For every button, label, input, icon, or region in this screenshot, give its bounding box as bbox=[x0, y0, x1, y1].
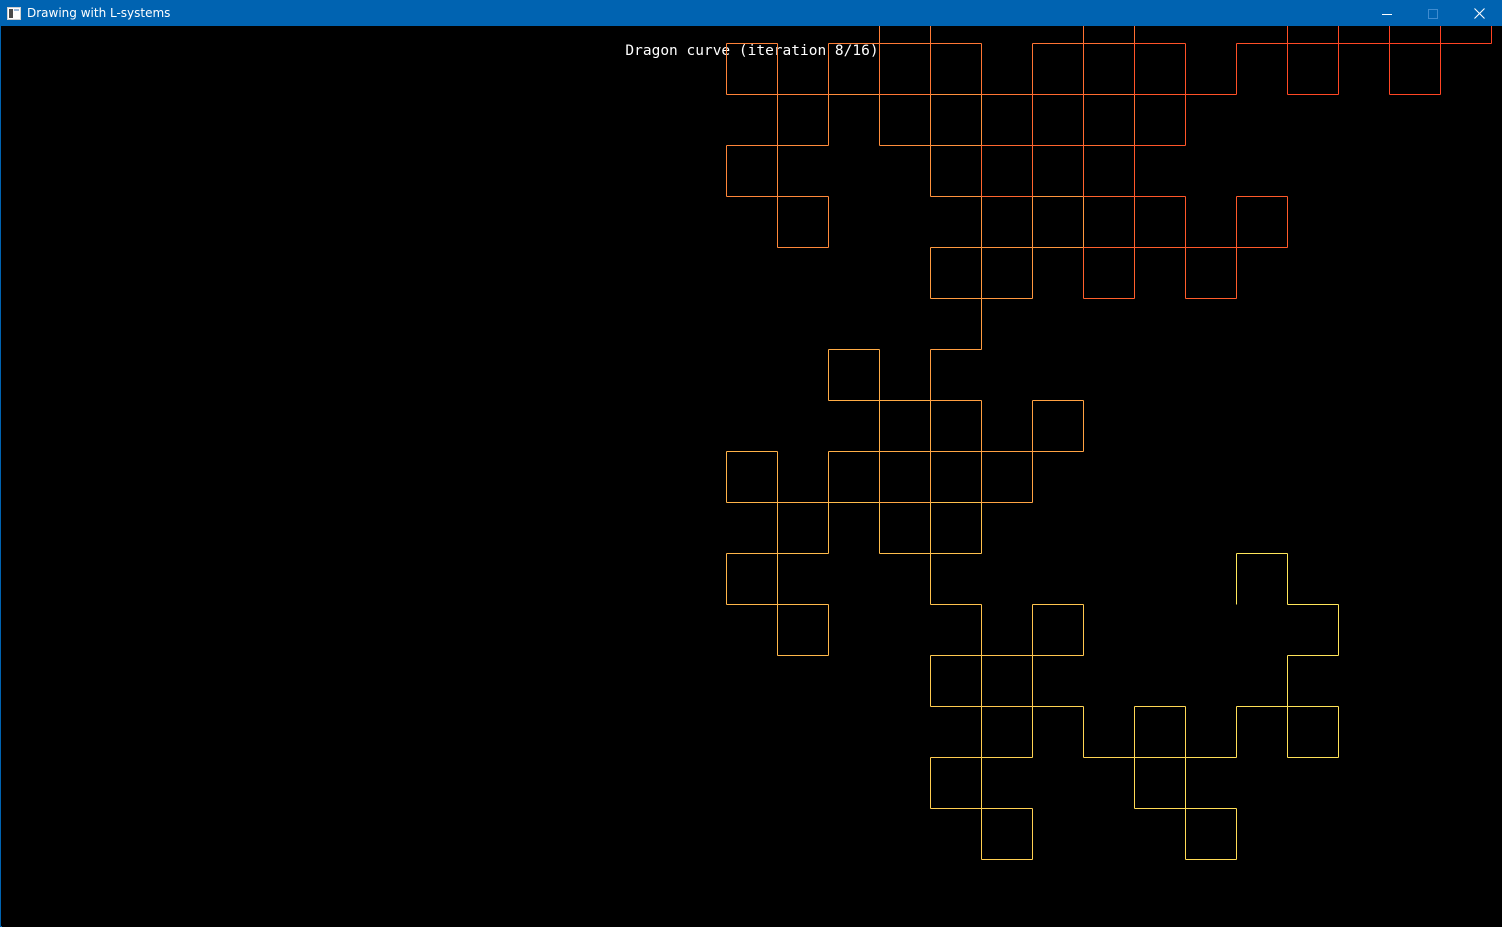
application-window: Drawing with L-systems Dragon curve (ite… bbox=[0, 0, 1502, 927]
drawing-canvas: Dragon curve (iteration 8/16) bbox=[2, 26, 1502, 927]
minimize-button[interactable] bbox=[1364, 1, 1410, 26]
maximize-icon bbox=[1428, 8, 1438, 19]
window-title: Drawing with L-systems bbox=[27, 6, 171, 20]
minimize-icon bbox=[1382, 13, 1392, 15]
title-bar[interactable]: Drawing with L-systems bbox=[1, 1, 1501, 26]
maximize-button[interactable] bbox=[1410, 1, 1456, 26]
app-icon bbox=[7, 7, 21, 20]
dragon-curve-drawing bbox=[726, 26, 1492, 860]
close-button[interactable] bbox=[1456, 1, 1502, 26]
close-icon bbox=[1473, 8, 1485, 19]
